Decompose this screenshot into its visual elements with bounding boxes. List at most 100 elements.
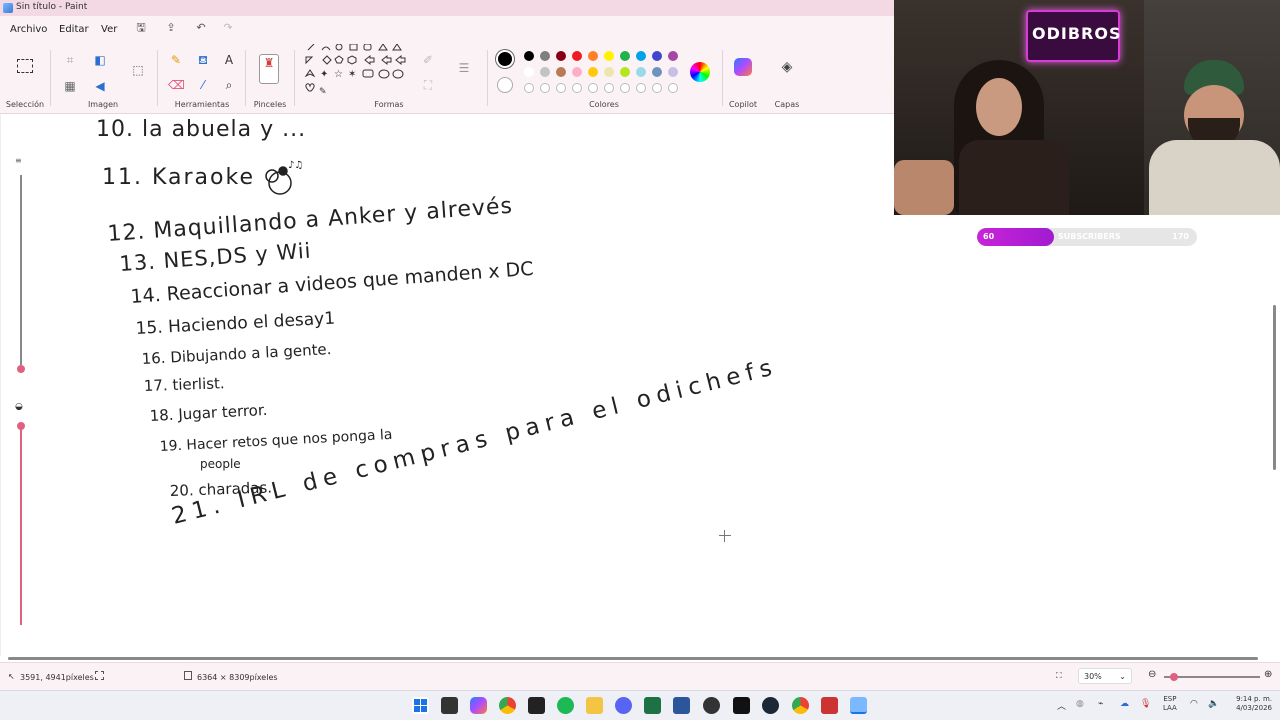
undo-icon[interactable]: ↶ [194, 21, 208, 35]
menu-archivo[interactable]: Archivo [10, 24, 47, 35]
custom-color-slot[interactable] [652, 83, 662, 93]
color-swatch[interactable] [604, 67, 614, 77]
color-swatch[interactable] [668, 51, 678, 61]
custom-color-slot[interactable] [620, 83, 630, 93]
horizontal-scrollbar[interactable] [8, 657, 1258, 660]
start-button-icon[interactable] [412, 697, 429, 714]
subscriber-count: 60 [983, 232, 995, 241]
eraser-icon[interactable]: ⌫ [168, 77, 185, 93]
copilot-icon[interactable] [734, 58, 752, 76]
redo-icon[interactable]: ↷ [221, 21, 235, 35]
color-swatch[interactable] [540, 67, 550, 77]
obs-icon[interactable] [703, 697, 720, 714]
color-swatch[interactable] [652, 67, 662, 77]
microphone-icon[interactable]: 🎙 [1140, 699, 1151, 709]
app-icon-red[interactable] [821, 697, 838, 714]
color-swatch[interactable] [588, 67, 598, 77]
custom-color-slot[interactable] [588, 83, 598, 93]
chrome-profile-icon[interactable] [792, 697, 809, 714]
spotify-icon[interactable] [557, 697, 574, 714]
color-swatch[interactable] [572, 51, 582, 61]
rotate-icon[interactable]: ◀ [92, 78, 108, 94]
file-explorer-icon[interactable] [586, 697, 603, 714]
epic-games-icon[interactable] [528, 697, 545, 714]
color-swatch[interactable] [540, 51, 550, 61]
color-swatch[interactable] [636, 67, 646, 77]
copilot-taskbar-icon[interactable] [470, 697, 487, 714]
remove-background-icon[interactable]: ▦ [62, 78, 78, 94]
color-swatch[interactable] [588, 51, 598, 61]
tray-chevron-icon[interactable]: ︿ [1057, 699, 1066, 712]
group-label-seleccion: Selección [5, 100, 45, 109]
zoom-in-icon[interactable]: ⊕ [1264, 669, 1272, 680]
color-swatch[interactable] [652, 51, 662, 61]
zoom-slider[interactable] [1164, 676, 1260, 678]
image-select-icon[interactable]: ⬚ [130, 62, 146, 78]
fit-to-window-icon[interactable]: ⛶ [1056, 671, 1062, 681]
color-swatch[interactable] [620, 67, 630, 77]
color-swatch[interactable] [524, 51, 534, 61]
menu-editar[interactable]: Editar [59, 24, 89, 35]
paint-taskbar-icon[interactable] [850, 697, 867, 714]
pencil-icon[interactable]: ✎ [168, 52, 184, 68]
save-icon[interactable]: 🖫 [134, 21, 148, 35]
menu-ver[interactable]: Ver [101, 24, 117, 35]
word-icon[interactable] [673, 697, 690, 714]
custom-color-slot[interactable] [556, 83, 566, 93]
odibros-neon-sign: ODIBROS [1026, 10, 1120, 62]
shape-outline-icon[interactable]: ✐ [420, 52, 436, 68]
zoom-select[interactable]: 30% ⌄ [1078, 668, 1132, 684]
clock[interactable]: 9:14 p. m. 4/03/2026 [1226, 695, 1272, 713]
fill-icon[interactable]: ⛾ [195, 52, 211, 68]
resize-icon[interactable]: ◧ [92, 52, 108, 68]
share-icon[interactable]: ⇪ [164, 21, 178, 35]
ribbon: Selección ⌗ ◧ ⬚ ▦ ◀ Imagen ✎ ⛾ A ⌫ ⁄ ⌕ H… [0, 42, 894, 114]
tray-network-app-icon[interactable]: ⌁ [1098, 699, 1103, 709]
zoom-tool-icon[interactable]: ⌕ [221, 77, 237, 93]
color-swatch[interactable] [668, 67, 678, 77]
custom-color-slot[interactable] [604, 83, 614, 93]
color-swatch[interactable] [604, 51, 614, 61]
zoom-out-icon[interactable]: ⊖ [1148, 669, 1156, 680]
excel-icon[interactable] [644, 697, 661, 714]
color-swatch[interactable] [524, 67, 534, 77]
tray-app-icon[interactable]: ◍ [1076, 699, 1084, 709]
edit-colors-icon[interactable] [690, 62, 710, 82]
tray-onedrive-icon[interactable]: ☁ [1120, 699, 1129, 709]
shape-size-icon[interactable]: ☰ [456, 60, 472, 76]
selection-icon[interactable] [17, 59, 33, 73]
svg-text:♪♫: ♪♫ [288, 160, 303, 171]
group-label-formas: Formas [374, 100, 404, 109]
steam-icon[interactable] [762, 697, 779, 714]
crop-icon[interactable]: ⌗ [62, 52, 78, 68]
text-icon[interactable]: A [221, 52, 237, 68]
wifi-icon[interactable]: ◠ [1190, 699, 1198, 709]
discord-icon[interactable] [615, 697, 632, 714]
shapes-gallery[interactable]: ✦ ☆ ✶ ✎ [302, 44, 412, 100]
language-indicator[interactable]: ESP LAA [1163, 695, 1177, 713]
note-line-19-cont: people [200, 457, 241, 471]
layers-icon[interactable]: ◈ [779, 59, 795, 75]
custom-color-slot[interactable] [636, 83, 646, 93]
primary-color-swatch[interactable] [496, 50, 514, 68]
color-swatch[interactable] [636, 51, 646, 61]
chrome-icon[interactable] [499, 697, 516, 714]
task-view-icon[interactable] [441, 697, 458, 714]
color-swatch[interactable] [556, 67, 566, 77]
custom-color-slot[interactable] [572, 83, 582, 93]
color-swatch[interactable] [620, 51, 630, 61]
color-picker-icon[interactable]: ⁄ [195, 77, 211, 93]
capcut-icon[interactable] [733, 697, 750, 714]
brush-icon[interactable]: ♜ [259, 54, 279, 84]
taskbar: ︿ ◍ ⌁ ☁ 🎙 ESP LAA ◠ 🔈 9:14 p. m. 4/03/2026 [0, 690, 1280, 720]
color-swatch[interactable] [556, 51, 566, 61]
custom-color-slot[interactable] [668, 83, 678, 93]
shape-fill-icon[interactable]: ⛶ [420, 77, 436, 93]
menu-bar: Archivo Editar Ver 🖫 ⇪ ↶ ↷ [0, 16, 894, 42]
zoom-slider-handle[interactable] [1170, 673, 1178, 681]
secondary-color-swatch[interactable] [497, 77, 513, 93]
color-swatch[interactable] [572, 67, 582, 77]
volume-icon[interactable]: 🔈 [1208, 699, 1219, 709]
custom-color-slot[interactable] [540, 83, 550, 93]
custom-color-slot[interactable] [524, 83, 534, 93]
